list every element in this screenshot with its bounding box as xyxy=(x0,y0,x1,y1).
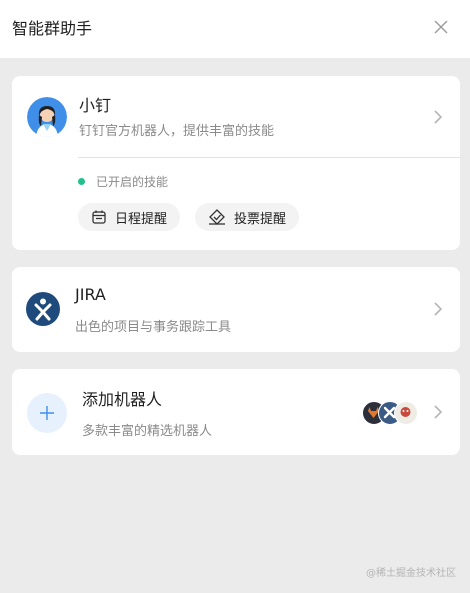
divider xyxy=(78,157,460,158)
skills-status: 已开启的技能 xyxy=(78,173,168,190)
vote-icon xyxy=(209,209,225,225)
dialog-title: 智能群助手 xyxy=(12,19,93,38)
chevron-right-icon xyxy=(432,109,444,125)
add-bot-title: 添加机器人 xyxy=(82,390,163,409)
chevron-right-icon xyxy=(432,404,444,420)
bot-mascot-avatar-icon xyxy=(394,401,418,425)
status-dot-icon xyxy=(78,178,85,185)
xiaoding-avatar xyxy=(27,97,67,137)
add-icon xyxy=(27,393,67,433)
watermark: @稀土掘金技术社区 xyxy=(366,568,456,579)
bot-name: 小钉 xyxy=(79,96,112,115)
bot-description: 钉钉官方机器人，提供丰富的技能 xyxy=(79,124,275,139)
calendar-icon xyxy=(92,210,106,224)
close-icon xyxy=(434,20,448,34)
bot-card-jira[interactable]: JIRA 出色的项目与事务跟踪工具 xyxy=(12,267,460,352)
bot-card-xiaoding[interactable]: 小钉 钉钉官方机器人，提供丰富的技能 已开启的技能 日程提醒 投票提醒 xyxy=(12,76,460,250)
bot-description: 出色的项目与事务跟踪工具 xyxy=(75,320,232,335)
jira-logo-icon xyxy=(26,292,60,326)
skill-label: 日程提醒 xyxy=(115,211,168,227)
skill-label: 投票提醒 xyxy=(234,211,287,227)
featured-bot-avatars xyxy=(362,401,418,425)
add-bot-description: 多款丰富的精选机器人 xyxy=(82,424,213,439)
chevron-right-icon xyxy=(432,301,444,317)
dialog-header: 智能群助手 xyxy=(0,0,470,58)
close-button[interactable] xyxy=(432,18,450,36)
bot-name: JIRA xyxy=(75,285,106,304)
add-bot-card[interactable]: 添加机器人 多款丰富的精选机器人 xyxy=(12,369,460,455)
skill-chip-vote-reminder[interactable]: 投票提醒 xyxy=(195,203,300,231)
status-label: 已开启的技能 xyxy=(96,175,169,189)
skill-chip-schedule-reminder[interactable]: 日程提醒 xyxy=(78,203,181,231)
